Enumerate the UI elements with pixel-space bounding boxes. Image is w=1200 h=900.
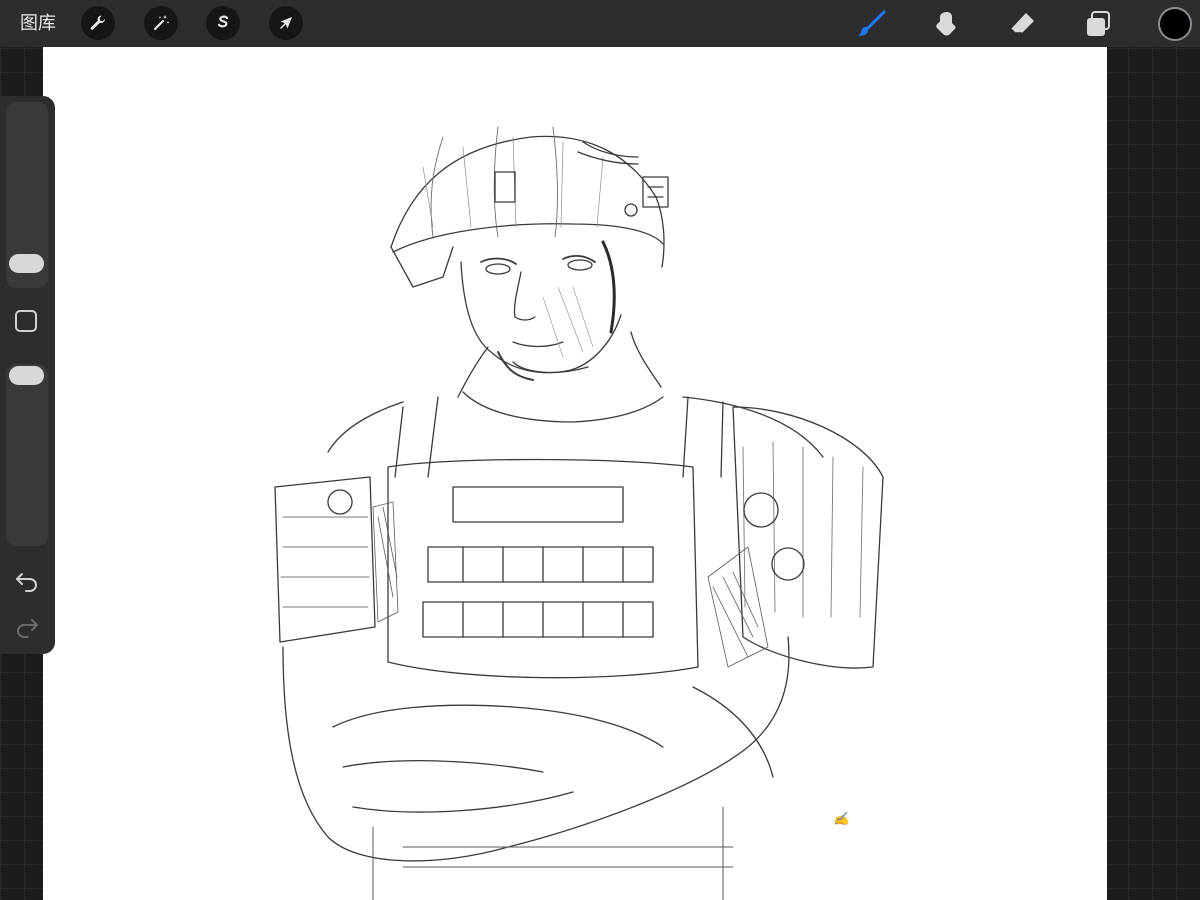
- redo-icon: [17, 619, 38, 638]
- layers-button[interactable]: [1080, 6, 1116, 42]
- smudge-icon: [936, 12, 956, 36]
- drawing-canvas[interactable]: ✍: [43, 47, 1107, 900]
- gallery-button[interactable]: 图库: [20, 12, 56, 34]
- brush-tool-button[interactable]: [854, 6, 890, 42]
- magic-wand-icon: [153, 15, 170, 31]
- selection-button[interactable]: [206, 6, 240, 40]
- brush-icon: [858, 10, 886, 36]
- eraser-icon: [1010, 13, 1034, 34]
- brush-size-thumb[interactable]: [9, 254, 44, 273]
- redo-button[interactable]: [14, 614, 40, 640]
- top-toolbar: 图库: [0, 0, 1200, 47]
- pencil-sketch-artwork: ✍: [274, 126, 884, 900]
- left-sidebar: [0, 96, 55, 654]
- eraser-tool-button[interactable]: [1004, 6, 1040, 42]
- undo-button[interactable]: [14, 568, 40, 594]
- selection-s-icon: [217, 15, 229, 28]
- opacity-slider[interactable]: [6, 364, 48, 546]
- adjustments-button[interactable]: [144, 6, 178, 40]
- color-picker-button[interactable]: [1158, 7, 1192, 41]
- smudge-tool-button[interactable]: [928, 6, 964, 42]
- wrench-icon: [90, 15, 105, 30]
- arrow-cursor-icon: [280, 17, 292, 29]
- layers-icon: [1087, 11, 1110, 36]
- undo-icon: [16, 573, 37, 592]
- opacity-thumb[interactable]: [9, 366, 44, 385]
- transform-button[interactable]: [269, 6, 303, 40]
- brush-size-slider[interactable]: [6, 102, 48, 288]
- actions-button[interactable]: [81, 6, 115, 40]
- watermark-signature: ✍: [833, 811, 852, 827]
- modify-button[interactable]: [15, 310, 37, 332]
